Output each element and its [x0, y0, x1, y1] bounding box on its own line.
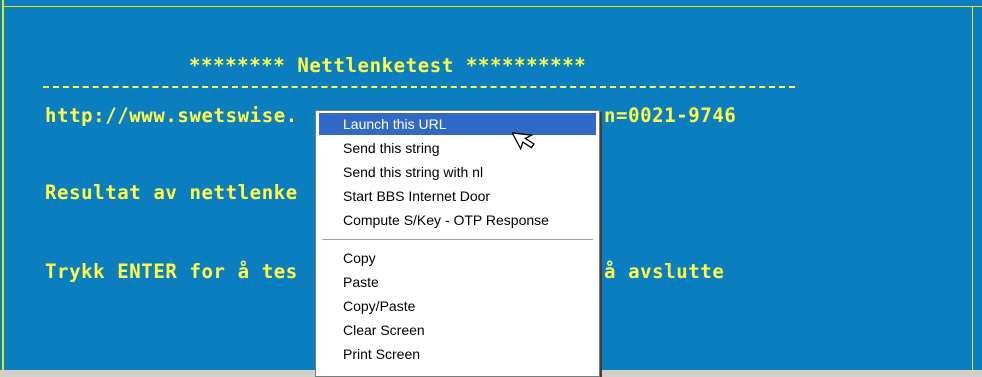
terminal-prompt-left: Trykk ENTER for å tes — [45, 260, 298, 284]
terminal-prompt-right: å avslutte — [604, 260, 725, 284]
menu-item-send-string[interactable]: Send this string — [319, 137, 596, 159]
terminal-result-line: Resultat av nettlenke — [45, 181, 298, 205]
menu-item-copy-paste[interactable]: Copy/Paste — [319, 295, 596, 317]
menu-item-copy[interactable]: Copy — [319, 247, 596, 269]
menu-separator — [322, 239, 593, 241]
terminal-dash-separator — [43, 86, 795, 88]
terminal-border-top — [2, 6, 982, 7]
terminal-url-right: n=0021-9746 — [604, 104, 737, 128]
terminal-title-line: ******** Nettlenketest ********** — [189, 54, 587, 78]
menu-item-skey-otp[interactable]: Compute S/Key - OTP Response — [319, 209, 596, 231]
terminal-border-left — [2, 0, 4, 370]
terminal-url-left: http://www.swetswise. — [45, 104, 298, 128]
menu-item-clear-screen[interactable]: Clear Screen — [319, 319, 596, 341]
menu-item-bbs-door[interactable]: Start BBS Internet Door — [319, 185, 596, 207]
menu-item-send-string-nl[interactable]: Send this string with nl — [319, 161, 596, 183]
terminal-border-right — [972, 6, 973, 370]
context-menu: Launch this URL Send this string Send th… — [315, 110, 600, 377]
menu-item-launch-url[interactable]: Launch this URL — [319, 113, 596, 135]
pointer-arrow-icon — [512, 132, 535, 151]
menu-item-print-screen[interactable]: Print Screen — [319, 343, 596, 365]
menu-item-paste[interactable]: Paste — [319, 271, 596, 293]
